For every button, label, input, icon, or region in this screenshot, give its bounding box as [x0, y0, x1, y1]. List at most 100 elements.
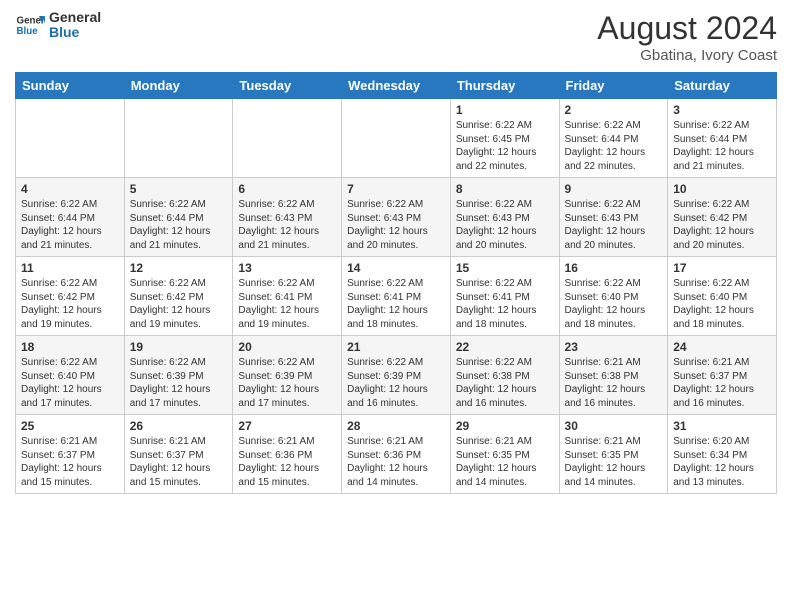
day-number: 4: [21, 182, 119, 196]
week-row-3: 11Sunrise: 6:22 AM Sunset: 6:42 PM Dayli…: [16, 257, 777, 336]
day-info: Sunrise: 6:22 AM Sunset: 6:41 PM Dayligh…: [456, 277, 554, 331]
day-info: Sunrise: 6:21 AM Sunset: 6:36 PM Dayligh…: [238, 435, 336, 489]
cal-cell-3-5: 23 Sunrise: 6:21 AM Sunset: 6:38 PM Dayli…: [559, 336, 668, 415]
header: General Blue General Blue August 2024 Gb…: [15, 10, 777, 64]
day-info: Sunrise: 6:22 AM Sunset: 6:43 PM Dayligh…: [347, 198, 445, 252]
cal-cell-4-0: 25 Sunrise: 6:21 AM Sunset: 6:37 PM Dayli…: [16, 415, 125, 494]
day-number: 5: [130, 182, 228, 196]
cal-cell-2-2: 13 Sunrise: 6:22 AM Sunset: 6:41 PM Dayli…: [233, 257, 342, 336]
day-info: Sunrise: 6:22 AM Sunset: 6:45 PM Dayligh…: [456, 119, 554, 173]
page-container: General Blue General Blue August 2024 Gb…: [0, 0, 792, 612]
cal-cell-2-0: 11Sunrise: 6:22 AM Sunset: 6:42 PM Dayli…: [16, 257, 125, 336]
day-number: 26: [130, 419, 228, 433]
calendar-table: Sunday Monday Tuesday Wednesday Thursday…: [15, 72, 777, 494]
logo-blue: Blue: [49, 25, 101, 40]
cal-cell-2-5: 16Sunrise: 6:22 AM Sunset: 6:40 PM Dayli…: [559, 257, 668, 336]
cal-cell-1-4: 8 Sunrise: 6:22 AM Sunset: 6:43 PM Daylig…: [450, 178, 559, 257]
cal-cell-3-2: 20Sunrise: 6:22 AM Sunset: 6:39 PM Dayli…: [233, 336, 342, 415]
day-number: 17: [673, 261, 771, 275]
day-number: 10: [673, 182, 771, 196]
day-info: Sunrise: 6:22 AM Sunset: 6:44 PM Dayligh…: [565, 119, 663, 173]
day-number: 30: [565, 419, 663, 433]
cal-cell-1-0: 4Sunrise: 6:22 AM Sunset: 6:44 PM Daylig…: [16, 178, 125, 257]
cal-cell-4-6: 31 Sunrise: 6:20 AM Sunset: 6:34 PM Dayli…: [668, 415, 777, 494]
day-number: 25: [21, 419, 119, 433]
week-row-5: 25 Sunrise: 6:21 AM Sunset: 6:37 PM Dayli…: [16, 415, 777, 494]
day-info: Sunrise: 6:22 AM Sunset: 6:41 PM Dayligh…: [347, 277, 445, 331]
day-number: 12: [130, 261, 228, 275]
day-number: 22: [456, 340, 554, 354]
day-info: Sunrise: 6:21 AM Sunset: 6:38 PM Dayligh…: [565, 356, 663, 410]
day-number: 14: [347, 261, 445, 275]
cal-cell-0-1: [124, 99, 233, 178]
day-number: 24: [673, 340, 771, 354]
cal-cell-2-3: 14 Sunrise: 6:22 AM Sunset: 6:41 PM Dayli…: [342, 257, 451, 336]
cal-cell-0-2: [233, 99, 342, 178]
day-number: 1: [456, 103, 554, 117]
day-info: Sunrise: 6:22 AM Sunset: 6:41 PM Dayligh…: [238, 277, 336, 331]
day-info: Sunrise: 6:22 AM Sunset: 6:44 PM Dayligh…: [673, 119, 771, 173]
location-subtitle: Gbatina, Ivory Coast: [597, 47, 777, 64]
day-info: Sunrise: 6:21 AM Sunset: 6:36 PM Dayligh…: [347, 435, 445, 489]
cal-cell-3-1: 19Sunrise: 6:22 AM Sunset: 6:39 PM Dayli…: [124, 336, 233, 415]
logo-general: General: [49, 10, 101, 25]
day-number: 13: [238, 261, 336, 275]
day-info: Sunrise: 6:22 AM Sunset: 6:40 PM Dayligh…: [21, 356, 119, 410]
header-monday: Monday: [124, 73, 233, 99]
cal-cell-3-4: 22 Sunrise: 6:22 AM Sunset: 6:38 PM Dayli…: [450, 336, 559, 415]
day-number: 31: [673, 419, 771, 433]
cal-cell-0-4: 1 Sunrise: 6:22 AM Sunset: 6:45 PM Daylig…: [450, 99, 559, 178]
day-info: Sunrise: 6:22 AM Sunset: 6:43 PM Dayligh…: [238, 198, 336, 252]
day-number: 21: [347, 340, 445, 354]
day-number: 2: [565, 103, 663, 117]
cal-cell-1-6: 10 Sunrise: 6:22 AM Sunset: 6:42 PM Dayli…: [668, 178, 777, 257]
week-row-2: 4 Sunrise: 6:22 AM Sunset: 6:44 PM Daylig…: [16, 178, 777, 257]
day-number: 23: [565, 340, 663, 354]
day-number: 27: [238, 419, 336, 433]
cal-cell-1-3: 7Sunrise: 6:22 AM Sunset: 6:43 PM Daylig…: [342, 178, 451, 257]
header-friday: Friday: [559, 73, 668, 99]
day-info: Sunrise: 6:21 AM Sunset: 6:37 PM Dayligh…: [21, 435, 119, 489]
day-info: Sunrise: 6:22 AM Sunset: 6:38 PM Dayligh…: [456, 356, 554, 410]
day-info: Sunrise: 6:21 AM Sunset: 6:37 PM Dayligh…: [673, 356, 771, 410]
day-number: 9: [565, 182, 663, 196]
day-number: 6: [238, 182, 336, 196]
cal-cell-1-2: 6 Sunrise: 6:22 AM Sunset: 6:43 PM Daylig…: [233, 178, 342, 257]
day-number: 20: [238, 340, 336, 354]
day-info: Sunrise: 6:22 AM Sunset: 6:42 PM Dayligh…: [130, 277, 228, 331]
cal-cell-1-5: 9 Sunrise: 6:22 AM Sunset: 6:43 PM Daylig…: [559, 178, 668, 257]
cal-cell-0-6: 3 Sunrise: 6:22 AM Sunset: 6:44 PM Daylig…: [668, 99, 777, 178]
day-number: 19: [130, 340, 228, 354]
logo-wordmark: General Blue: [49, 10, 101, 41]
day-info: Sunrise: 6:22 AM Sunset: 6:40 PM Dayligh…: [673, 277, 771, 331]
day-info: Sunrise: 6:20 AM Sunset: 6:34 PM Dayligh…: [673, 435, 771, 489]
day-header-row: Sunday Monday Tuesday Wednesday Thursday…: [16, 73, 777, 99]
cal-cell-1-1: 5 Sunrise: 6:22 AM Sunset: 6:44 PM Daylig…: [124, 178, 233, 257]
cal-cell-2-6: 17 Sunrise: 6:22 AM Sunset: 6:40 PM Dayli…: [668, 257, 777, 336]
cal-cell-4-5: 30 Sunrise: 6:21 AM Sunset: 6:35 PM Dayli…: [559, 415, 668, 494]
cal-cell-0-3: [342, 99, 451, 178]
header-wednesday: Wednesday: [342, 73, 451, 99]
logo-icon: General Blue: [15, 10, 45, 40]
day-info: Sunrise: 6:21 AM Sunset: 6:35 PM Dayligh…: [565, 435, 663, 489]
day-info: Sunrise: 6:21 AM Sunset: 6:35 PM Dayligh…: [456, 435, 554, 489]
cal-cell-4-3: 28Sunrise: 6:21 AM Sunset: 6:36 PM Dayli…: [342, 415, 451, 494]
cal-cell-2-4: 15Sunrise: 6:22 AM Sunset: 6:41 PM Dayli…: [450, 257, 559, 336]
cal-cell-4-2: 27 Sunrise: 6:21 AM Sunset: 6:36 PM Dayli…: [233, 415, 342, 494]
day-info: Sunrise: 6:22 AM Sunset: 6:42 PM Dayligh…: [673, 198, 771, 252]
header-saturday: Saturday: [668, 73, 777, 99]
cal-cell-4-1: 26 Sunrise: 6:21 AM Sunset: 6:37 PM Dayli…: [124, 415, 233, 494]
day-number: 3: [673, 103, 771, 117]
cal-cell-4-4: 29 Sunrise: 6:21 AM Sunset: 6:35 PM Dayli…: [450, 415, 559, 494]
header-thursday: Thursday: [450, 73, 559, 99]
cal-cell-0-5: 2 Sunrise: 6:22 AM Sunset: 6:44 PM Daylig…: [559, 99, 668, 178]
day-number: 8: [456, 182, 554, 196]
day-number: 29: [456, 419, 554, 433]
day-info: Sunrise: 6:22 AM Sunset: 6:40 PM Dayligh…: [565, 277, 663, 331]
day-info: Sunrise: 6:21 AM Sunset: 6:37 PM Dayligh…: [130, 435, 228, 489]
day-info: Sunrise: 6:22 AM Sunset: 6:43 PM Dayligh…: [565, 198, 663, 252]
month-year-title: August 2024: [597, 10, 777, 47]
svg-text:Blue: Blue: [17, 26, 39, 37]
day-info: Sunrise: 6:22 AM Sunset: 6:43 PM Dayligh…: [456, 198, 554, 252]
day-info: Sunrise: 6:22 AM Sunset: 6:44 PM Dayligh…: [130, 198, 228, 252]
